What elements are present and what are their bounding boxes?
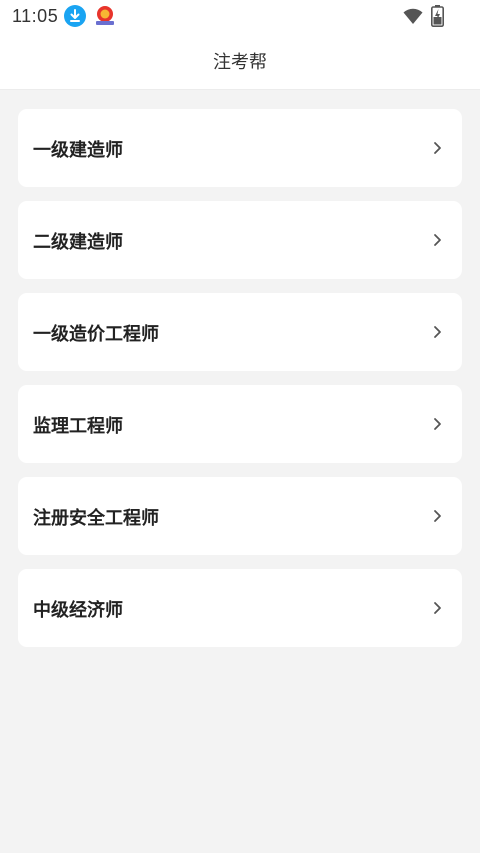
download-icon <box>64 5 86 27</box>
wifi-icon <box>403 8 423 24</box>
chevron-right-icon <box>434 234 441 246</box>
exam-item-label: 注册安全工程师 <box>33 508 159 529</box>
exam-item-jianli-gongchengshi[interactable]: 监理工程师 <box>18 385 462 463</box>
app-bar: 注考帮 <box>0 32 480 90</box>
exam-item-zhuce-anquan-gongchengshi[interactable]: 注册安全工程师 <box>18 477 462 555</box>
status-time: 11:05 <box>12 6 59 26</box>
chevron-right-icon <box>434 418 441 430</box>
exam-item-label: 一级建造师 <box>33 140 123 161</box>
exam-list: 一级建造师 二级建造师 一级造价工程师 监理工程师 注册安全工程师 中级经济师 <box>18 109 462 661</box>
status-bar: 11:05 <box>0 0 480 32</box>
chevron-right-icon <box>434 142 441 154</box>
app-notification-icon <box>96 6 114 25</box>
battery-icon <box>431 5 444 27</box>
exam-item-erji-jianzaoshi[interactable]: 二级建造师 <box>18 201 462 279</box>
chevron-right-icon <box>434 326 441 338</box>
exam-item-label: 监理工程师 <box>33 416 123 437</box>
exam-item-label: 一级造价工程师 <box>33 324 159 345</box>
chevron-right-icon <box>434 510 441 522</box>
chevron-right-icon <box>434 602 441 614</box>
exam-item-yiji-zaojia-gongchengshi[interactable]: 一级造价工程师 <box>18 293 462 371</box>
exam-item-label: 中级经济师 <box>33 600 123 621</box>
exam-item-label: 二级建造师 <box>33 232 123 253</box>
exam-item-yiji-jianzaoshi[interactable]: 一级建造师 <box>18 109 462 187</box>
page-title: 注考帮 <box>213 52 267 73</box>
exam-item-zhongji-jingjishi[interactable]: 中级经济师 <box>18 569 462 647</box>
